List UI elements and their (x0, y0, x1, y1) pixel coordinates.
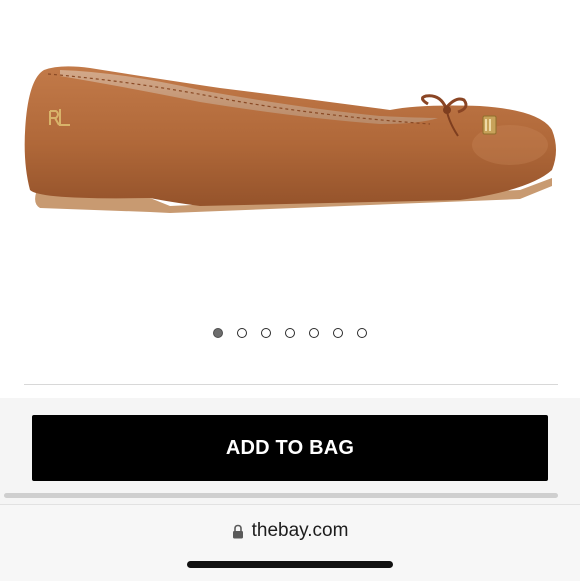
home-indicator[interactable] (187, 561, 393, 568)
carousel-dots[interactable] (0, 326, 580, 340)
url-text: thebay.com (251, 520, 349, 541)
scroll-indicator (4, 493, 558, 498)
carousel-dot[interactable] (213, 328, 223, 338)
carousel-dot[interactable] (285, 328, 295, 338)
carousel-dot[interactable] (237, 328, 247, 338)
carousel-dot[interactable] (333, 328, 343, 338)
divider (24, 384, 558, 385)
carousel-dot[interactable] (261, 328, 271, 338)
add-to-bag-button[interactable]: ADD TO BAG (32, 415, 548, 481)
address-bar[interactable]: thebay.com (0, 517, 580, 545)
carousel-dot[interactable] (357, 328, 367, 338)
ballet-flat-shoe-icon (24, 66, 556, 213)
lock-icon (232, 524, 244, 539)
product-image[interactable] (0, 0, 580, 310)
carousel-dot[interactable] (309, 328, 319, 338)
